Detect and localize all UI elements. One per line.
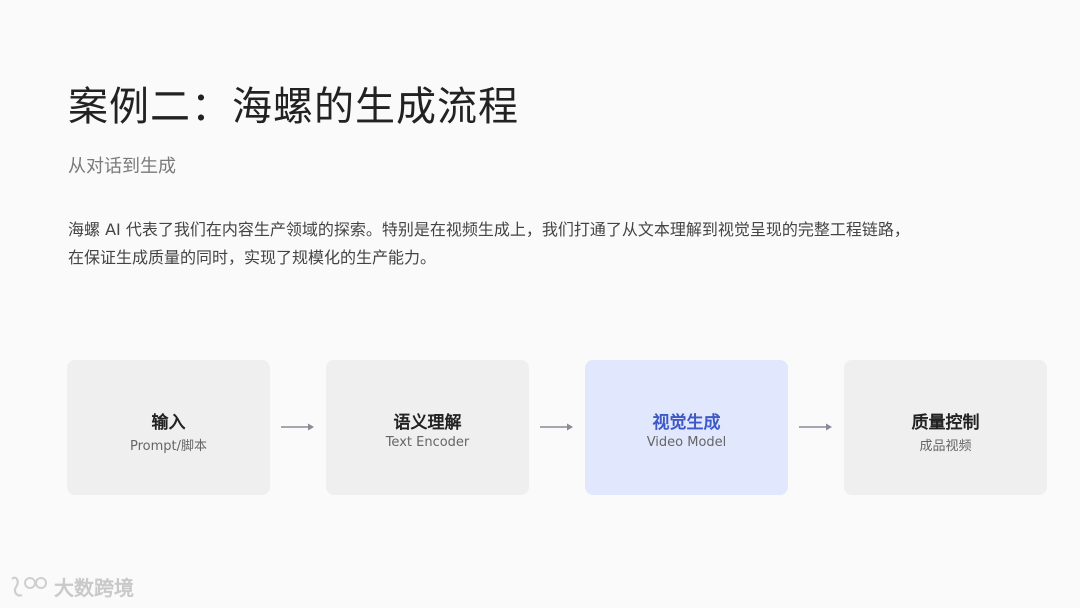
watermark-logo-icon — [11, 576, 47, 597]
step-semantic-understanding: 语义理解 Text Encoder — [326, 360, 529, 495]
step-quality-control: 质量控制 成品视频 — [844, 360, 1047, 495]
watermark-text: 大数跨境 — [54, 576, 134, 600]
arrow-right-icon — [540, 423, 573, 431]
step-subtitle: 成品视频 — [919, 439, 972, 454]
step-title: 视觉生成 — [652, 413, 721, 433]
step-visual-generation: 视觉生成 Video Model — [585, 360, 788, 495]
description: 海螺 AI 代表了我们在内容生产领域的探索。特别是在视频生成上，我们打通了从文本… — [68, 216, 1028, 272]
step-title: 质量控制 — [911, 413, 980, 433]
step-title: 输入 — [151, 413, 186, 433]
description-line-2: 在保证生成质量的同时，实现了规模化的生产能力。 — [68, 248, 437, 267]
step-input: 输入 Prompt/脚本 — [67, 360, 270, 495]
step-subtitle: Text Encoder — [385, 435, 470, 450]
description-line-1: 海螺 AI 代表了我们在内容生产领域的探索。特别是在视频生成上，我们打通了从文本… — [68, 220, 910, 239]
step-subtitle: Prompt/脚本 — [129, 439, 208, 454]
arrow-right-icon — [281, 423, 314, 431]
step-title: 语义理解 — [393, 413, 462, 433]
page-title: 案例二：海螺的生成流程 — [68, 84, 519, 130]
arrow-right-icon — [799, 423, 832, 431]
watermark: 大数跨境 — [8, 572, 134, 601]
step-subtitle: Video Model — [646, 435, 727, 450]
page-subtitle: 从对话到生成 — [68, 156, 176, 177]
